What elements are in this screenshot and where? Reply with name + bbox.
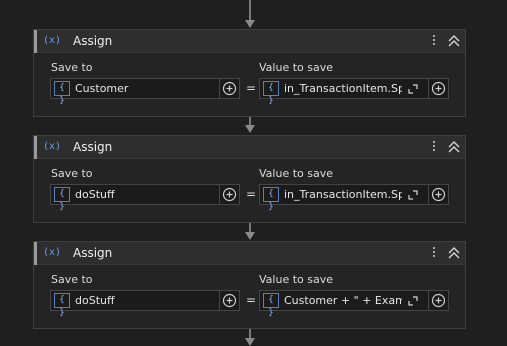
save-to-input[interactable]: { } Customer bbox=[50, 78, 220, 106]
collapse-icon[interactable] bbox=[446, 139, 462, 155]
activity-title: Assign bbox=[73, 34, 113, 48]
add-variable-button[interactable] bbox=[428, 78, 449, 99]
activity-title: Assign bbox=[73, 140, 113, 154]
expression-braces-icon: { } bbox=[54, 81, 70, 106]
plus-circle-icon bbox=[222, 293, 237, 308]
value-to-save-input[interactable]: { } Customer + " + Examp bbox=[259, 290, 429, 318]
activity-accent-bar bbox=[34, 242, 37, 265]
more-options-icon[interactable] bbox=[428, 139, 440, 155]
activity-header[interactable]: (x) Assign bbox=[34, 30, 465, 53]
more-options-icon[interactable] bbox=[428, 245, 440, 261]
add-variable-button[interactable] bbox=[219, 184, 240, 205]
save-to-input[interactable]: { } doStuff bbox=[50, 290, 220, 318]
plus-circle-icon bbox=[431, 81, 446, 96]
assign-activity-card[interactable]: (x) Assign Save to Value to save { } doS… bbox=[33, 135, 466, 223]
value-to-save-input[interactable]: { } in_TransactionItem.Sp bbox=[259, 184, 429, 212]
value-to-save-label: Value to save bbox=[259, 61, 333, 74]
plus-circle-icon bbox=[222, 187, 237, 202]
value-to-save-text: in_TransactionItem.Sp bbox=[284, 82, 402, 95]
collapse-icon[interactable] bbox=[446, 33, 462, 49]
activity-header[interactable]: (x) Assign bbox=[34, 242, 465, 265]
value-to-save-label: Value to save bbox=[259, 167, 333, 180]
activity-header[interactable]: (x) Assign bbox=[34, 136, 465, 159]
save-to-label: Save to bbox=[51, 61, 93, 74]
expression-braces-icon: { } bbox=[263, 81, 279, 106]
flow-arrow-icon bbox=[245, 232, 255, 240]
add-variable-button[interactable] bbox=[219, 78, 240, 99]
plus-circle-icon bbox=[431, 293, 446, 308]
plus-circle-icon bbox=[222, 81, 237, 96]
save-to-input[interactable]: { } doStuff bbox=[50, 184, 220, 212]
save-to-value: doStuff bbox=[75, 294, 115, 307]
value-to-save-input[interactable]: { } in_TransactionItem.Sp bbox=[259, 78, 429, 106]
flow-arrow-icon bbox=[245, 125, 255, 133]
assign-variable-icon: (x) bbox=[43, 141, 62, 152]
equals-sign: = bbox=[246, 81, 257, 95]
plus-circle-icon bbox=[431, 187, 446, 202]
more-options-icon[interactable] bbox=[428, 33, 440, 49]
value-to-save-text: Customer + " + Examp bbox=[284, 294, 402, 307]
assign-activity-card[interactable]: (x) Assign Save to Value to save { } doS… bbox=[33, 241, 466, 329]
save-to-value: doStuff bbox=[75, 188, 115, 201]
value-to-save-text: in_TransactionItem.Sp bbox=[284, 188, 402, 201]
equals-sign: = bbox=[246, 187, 257, 201]
collapse-icon[interactable] bbox=[446, 245, 462, 261]
assign-variable-icon: (x) bbox=[43, 247, 62, 258]
save-to-value: Customer bbox=[75, 82, 129, 95]
add-variable-button[interactable] bbox=[428, 290, 449, 311]
expand-editor-icon[interactable] bbox=[407, 295, 419, 307]
activity-accent-bar bbox=[34, 30, 37, 53]
expression-braces-icon: { } bbox=[54, 293, 70, 318]
save-to-label: Save to bbox=[51, 273, 93, 286]
save-to-label: Save to bbox=[51, 167, 93, 180]
flow-connector bbox=[249, 0, 251, 20]
expand-editor-icon[interactable] bbox=[407, 83, 419, 95]
flow-arrow-icon bbox=[245, 20, 255, 28]
equals-sign: = bbox=[246, 293, 257, 307]
add-variable-button[interactable] bbox=[219, 290, 240, 311]
expression-braces-icon: { } bbox=[263, 187, 279, 212]
flow-arrow-icon bbox=[245, 338, 255, 346]
expression-braces-icon: { } bbox=[54, 187, 70, 212]
assign-variable-icon: (x) bbox=[43, 35, 62, 46]
activity-accent-bar bbox=[34, 136, 37, 159]
expression-braces-icon: { } bbox=[263, 293, 279, 318]
activity-title: Assign bbox=[73, 246, 113, 260]
add-variable-button[interactable] bbox=[428, 184, 449, 205]
value-to-save-label: Value to save bbox=[259, 273, 333, 286]
assign-activity-card[interactable]: (x) Assign Save to Value to save { } Cus… bbox=[33, 29, 466, 117]
expand-editor-icon[interactable] bbox=[407, 189, 419, 201]
